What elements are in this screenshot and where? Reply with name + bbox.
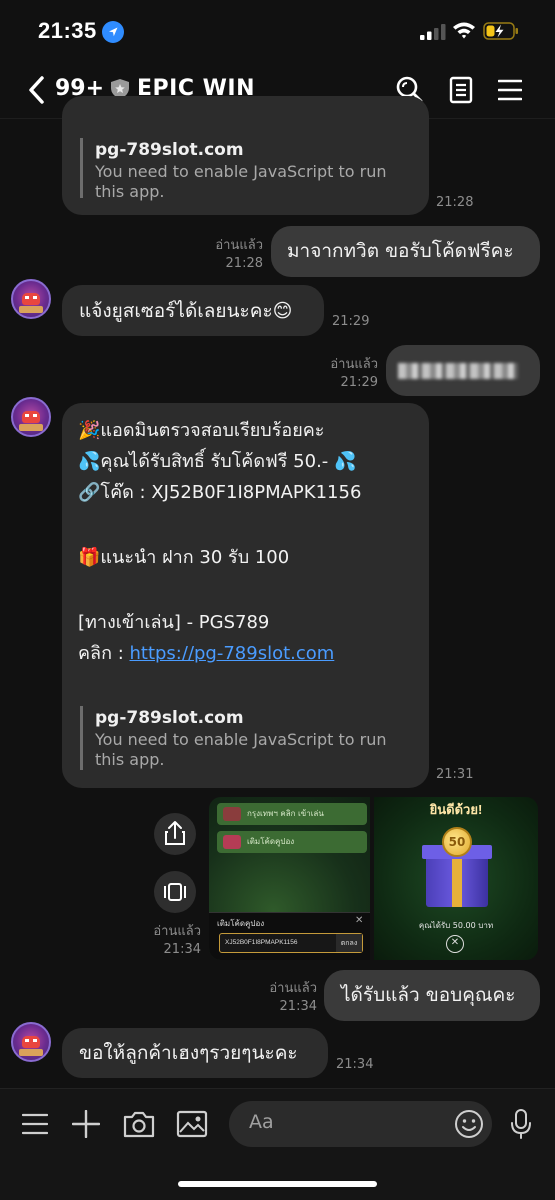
message-link[interactable]: https://pg-789slot.com — [129, 643, 334, 664]
message-time: 21:29 — [332, 314, 370, 329]
message-time: 21:31 — [436, 767, 474, 782]
link-preview-bubble[interactable]: pg-789slot.com You need to enable JavaSc… — [62, 96, 429, 215]
image-icon[interactable] — [176, 1110, 208, 1138]
plus-icon[interactable] — [71, 1109, 101, 1139]
chevron-left-icon — [29, 76, 44, 104]
link-preview[interactable]: pg-789slot.com You need to enable JavaSc… — [80, 706, 387, 770]
message-text: มาจากทวิต ขอรับโค้ดฟรีคะ — [287, 240, 514, 262]
preview-description: You need to enable JavaScript to run thi… — [95, 730, 387, 769]
menu-row: เติมโค้ดคูปอง — [217, 831, 367, 853]
avatar[interactable] — [11, 1022, 51, 1062]
message-text: ขอให้ลูกค้าเฮงๆรวยๆนะคะ — [79, 1042, 298, 1064]
message-time: 21:34 — [336, 1057, 374, 1072]
message-time: 21:28 — [436, 195, 474, 210]
read-status: อ่านแล้ว 21:34 — [153, 924, 201, 957]
message-text: ได้รับแล้ว ขอบคุณคะ — [341, 984, 516, 1006]
back-button[interactable] — [26, 74, 48, 106]
menu-icon[interactable] — [497, 78, 523, 102]
my-message-bubble[interactable]: ได้รับแล้ว ขอบคุณคะ — [324, 970, 540, 1021]
message-input-placeholder: Aa — [249, 1111, 274, 1133]
message-line: 🎉แอดมินตรวจสอบเรียบร้อยคะ — [78, 420, 325, 441]
read-status: อ่านแล้ว 21:28 — [215, 238, 263, 271]
my-message-bubble[interactable]: มาจากทวิต ขอรับโค้ดฟรีคะ — [271, 226, 540, 277]
share-icon — [165, 821, 185, 845]
screenshot-image-reward[interactable]: ยินดีด้วย! 50 คุณได้รับ 50.00 บาท ✕ — [374, 797, 538, 960]
avatar[interactable] — [11, 279, 51, 319]
reward-banner: ยินดีด้วย! — [429, 802, 483, 817]
cellular-signal-icon — [420, 24, 446, 40]
message-bubble[interactable]: ขอให้ลูกค้าเฮงๆรวยๆนะคะ — [62, 1028, 328, 1078]
emoji-icon[interactable] — [454, 1109, 484, 1139]
preview-description: You need to enable JavaScript to run thi… — [95, 162, 387, 201]
message-line: 🔗โค๊ด : XJ52B0F1I8PMAPK1156 — [78, 482, 362, 503]
read-status: อ่านแล้ว 21:29 — [330, 357, 378, 390]
link-preview[interactable]: pg-789slot.com You need to enable JavaSc… — [80, 138, 387, 201]
album-button[interactable] — [154, 871, 196, 913]
message-line: 🎁แนะนำ ฝาก 30 รับ 100 — [78, 547, 290, 568]
message-line: 💦คุณได้รับสิทธิ์ รับโค้ดฟรี 50.- 💦 — [78, 451, 357, 472]
coupon-dialog: เติมโค้ดคูปอง ✕ XJ52B0F1I8PMAPK1156 ตกลง — [209, 912, 370, 960]
share-button[interactable] — [154, 813, 196, 855]
message-text: แจ้งยูสเซอร์ได้เลยนะคะ😊 — [79, 300, 293, 322]
album-icon — [164, 883, 186, 901]
preview-title: pg-789slot.com — [95, 140, 244, 160]
close-icon: ✕ — [446, 935, 464, 953]
menu-row: กรุงเทพฯ คลิก เข้าเล่น — [217, 803, 367, 825]
home-indicator — [178, 1181, 377, 1187]
camera-icon[interactable] — [123, 1110, 155, 1138]
message-bubble[interactable]: แจ้งยูสเซอร์ได้เลยนะคะ😊 — [62, 285, 324, 336]
coin: 50 — [442, 827, 472, 857]
wifi-icon — [452, 20, 476, 40]
location-arrow-icon — [102, 21, 124, 43]
note-icon[interactable] — [448, 76, 474, 104]
screenshot-image-coupon[interactable]: กรุงเทพฯ คลิก เข้าเล่น เติมโค้ดคูปอง เติ… — [209, 797, 370, 960]
menu-toggle-icon[interactable] — [21, 1111, 49, 1137]
microphone-icon[interactable] — [509, 1108, 533, 1140]
reward-amount: คุณได้รับ 50.00 บาท — [418, 921, 494, 930]
my-message-bubble[interactable] — [386, 345, 540, 396]
message-bubble[interactable]: 🎉แอดมินตรวจสอบเรียบร้อยคะ 💦คุณได้รับสิทธ… — [62, 403, 429, 788]
preview-title: pg-789slot.com — [95, 708, 244, 728]
read-status: อ่านแล้ว 21:34 — [269, 981, 317, 1014]
avatar[interactable] — [11, 397, 51, 437]
status-time: 21:35 — [38, 18, 97, 43]
battery-charging-icon — [483, 21, 519, 41]
message-line: [ทางเข้าเล่น] - PGS789 — [78, 612, 270, 633]
blurred-username — [398, 363, 518, 379]
gift-box — [426, 855, 488, 907]
message-line: คลิก : https://pg-789slot.com — [78, 643, 335, 664]
